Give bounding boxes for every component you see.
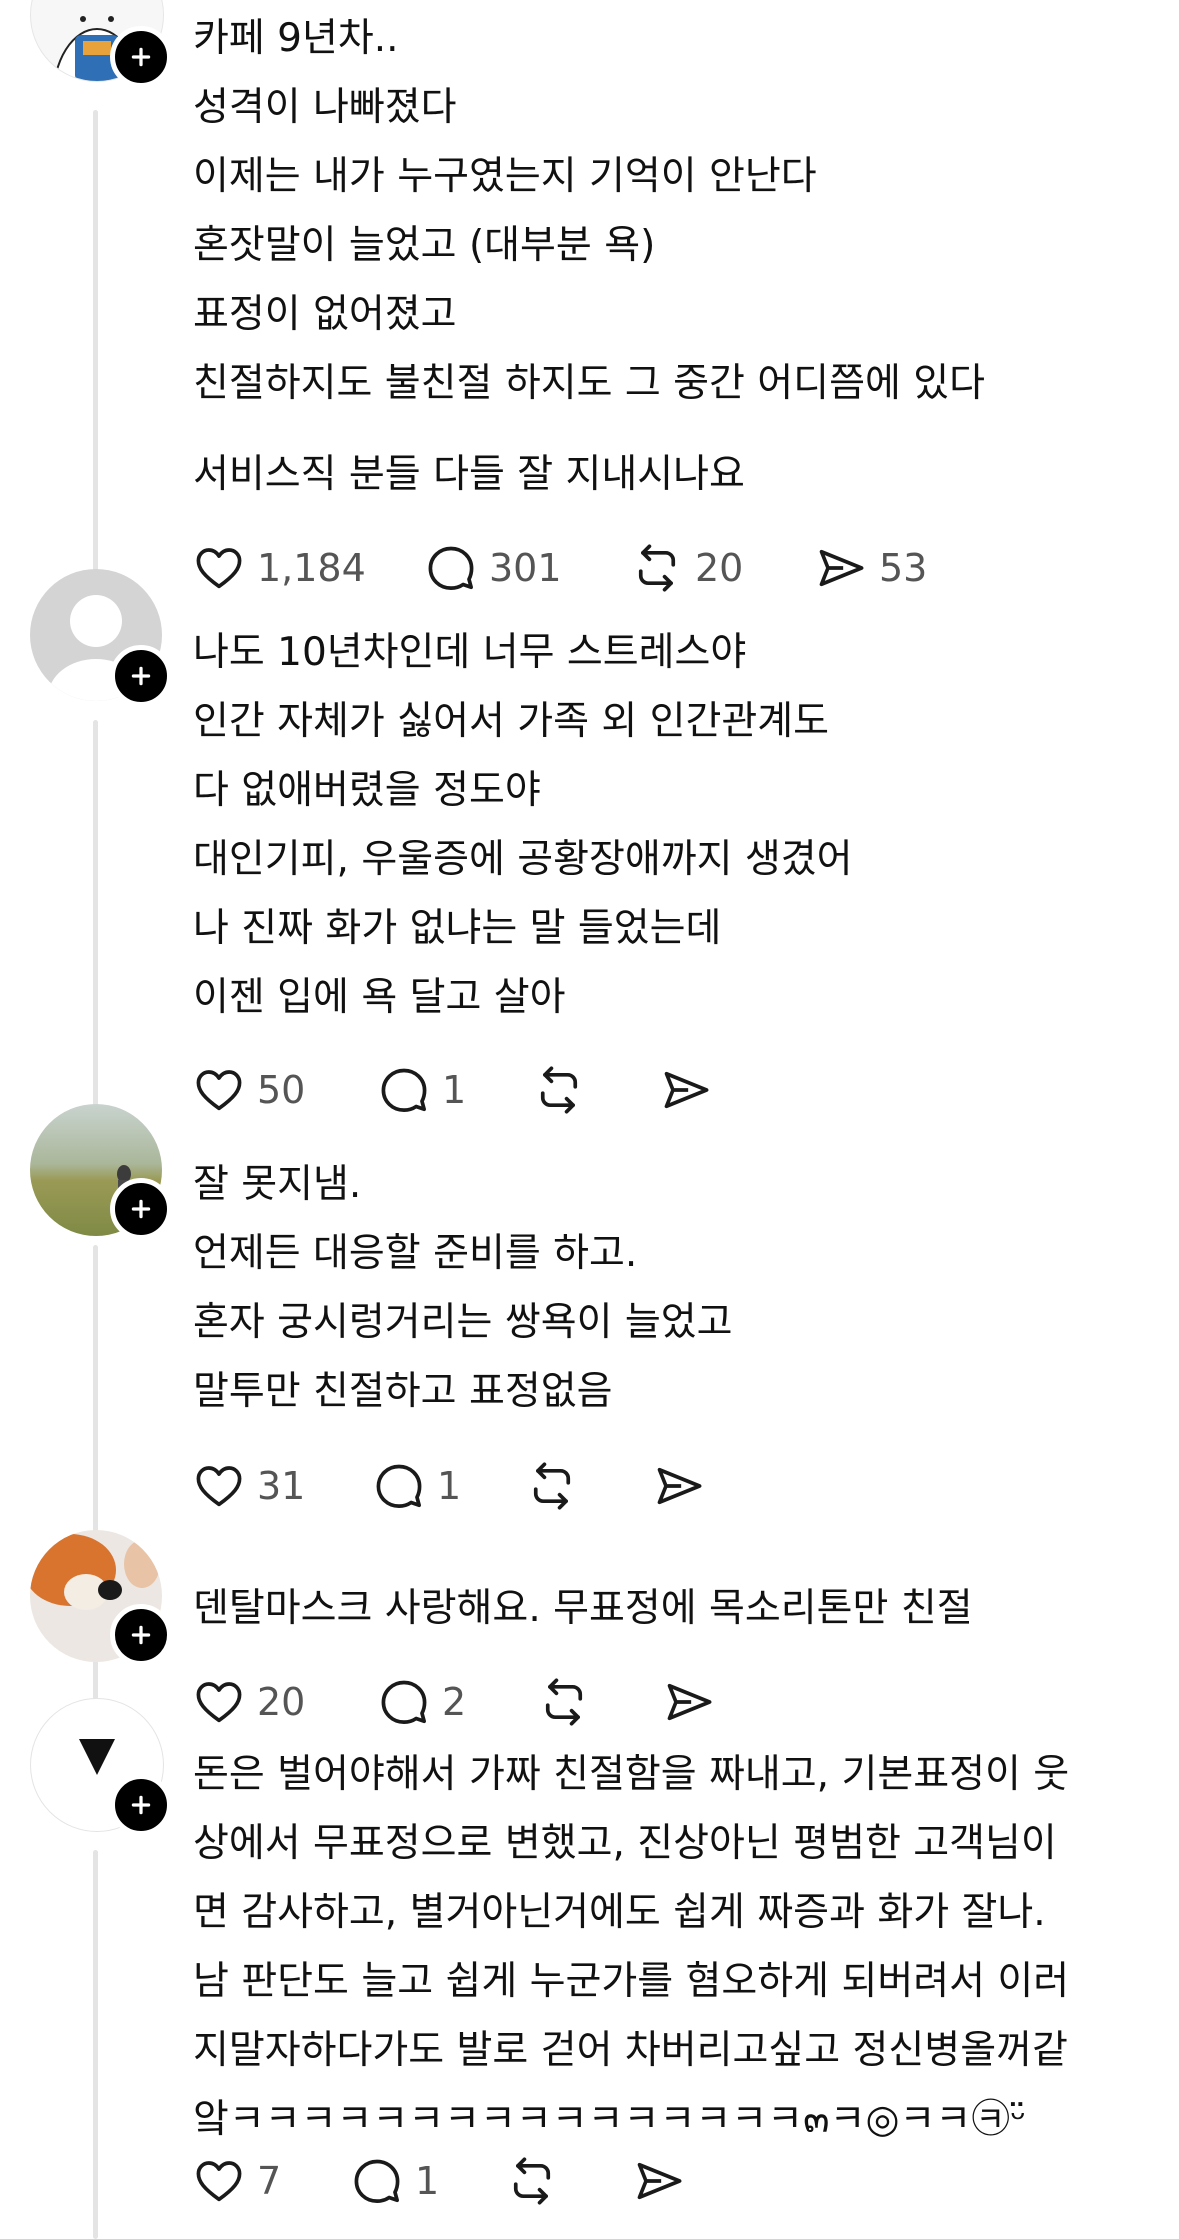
comment-icon [373,1460,425,1512]
post-line: 말투만 친절하고 표정없음 [193,1369,613,1414]
post-body: 카페 9년차.. 성격이 나빠졌다 이제는 내가 누구였는지 기억이 안난다 혼… [193,4,1139,509]
avatar[interactable] [30,569,172,707]
repost-icon [631,542,683,594]
post-line: 잘 못지냄. [193,1162,362,1207]
post-line: 덴탈마스크 사랑해요. 무표정에 목소리톤만 친절 [193,1586,973,1631]
post-body: 돈은 벌어야해서 가짜 친절함을 짜내고, 기본표정이 웃 상에서 무표정으로 … [193,1740,1139,2154]
comment-button[interactable]: 1 [373,1456,461,1516]
share-icon [633,2155,685,2207]
post-line: 나도 10년차인데 너무 스트레스야 [193,630,747,675]
post-line: 나 진짜 화가 없냐는 말 들었는데 [193,906,722,951]
post-line: 이제는 내가 누구였는지 기억이 안난다 [193,154,817,199]
comment-count: 301 [489,546,562,590]
like-button[interactable]: 50 [193,1060,305,1120]
post-line: 성격이 나빠졌다 [193,85,457,130]
post-line: 앜ㅋㅋㅋㅋㅋㅋㅋㅋㅋㅋㅋㅋㅋㅋㅋㅋ๓ㅋ◎ㅋㅋ㉪ᵕ̈ [193,2097,1027,2142]
follow-plus-icon[interactable] [110,1774,172,1836]
heart-icon [193,542,245,594]
comment-icon [351,2155,403,2207]
share-button[interactable] [653,1456,705,1516]
share-icon [660,1064,712,1116]
like-count: 7 [257,2159,282,2203]
comment-count: 2 [442,1680,467,1724]
share-button[interactable]: 53 [815,538,927,598]
post-line: 면 감사하고, 별거아닌거에도 쉽게 짜증과 화가 잘나. [193,1890,1046,1935]
like-count: 1,184 [257,546,366,590]
post-line: 돈은 벌어야해서 가짜 친절함을 짜내고, 기본표정이 웃 [193,1752,1070,1797]
share-count: 53 [879,546,928,590]
like-count: 20 [257,1680,306,1724]
post-line: 혼잣말이 늘었고 (대부분 욕) [193,223,656,268]
comment-button[interactable]: 1 [378,1060,466,1120]
repost-count: 20 [695,546,744,590]
like-count: 50 [257,1068,306,1112]
avatar[interactable] [30,1698,172,1836]
follow-plus-icon[interactable] [110,26,172,88]
post-line: 이젠 입에 욕 달고 살아 [193,975,566,1020]
share-icon [815,542,867,594]
heart-icon [193,1460,245,1512]
share-button[interactable] [633,2151,685,2211]
avatar[interactable] [30,1530,172,1666]
follow-plus-icon[interactable] [110,645,172,707]
repost-icon [506,2155,558,2207]
follow-plus-icon[interactable] [110,1178,172,1240]
post-line: 친절하지도 불친절 하지도 그 중간 어디쯤에 있다 [193,361,985,406]
follow-plus-icon[interactable] [110,1604,172,1666]
comment-button[interactable]: 2 [378,1672,466,1732]
post-line: 혼자 궁시렁거리는 쌍욕이 늘었고 [193,1300,733,1345]
repost-button[interactable] [538,1672,590,1732]
thread-line [93,110,98,610]
like-button[interactable]: 7 [193,2151,281,2211]
post-line: 인간 자체가 싫어서 가족 외 인간관계도 [193,699,830,744]
like-button[interactable]: 20 [193,1672,305,1732]
share-icon [663,1676,715,1728]
repost-button[interactable] [533,1060,585,1120]
thread-line [93,1850,98,2239]
post-line: 남 판단도 늘고 쉽게 누군가를 혐오하게 되버려서 이러 [193,1959,1070,2004]
avatar[interactable] [30,1104,172,1240]
post-line: 지말자하다가도 발로 걷어 차버리고싶고 정신병올꺼같 [193,2028,1068,2073]
repost-button[interactable] [526,1456,578,1516]
like-button[interactable]: 31 [193,1456,305,1516]
share-button[interactable] [660,1060,712,1120]
comment-button[interactable]: 301 [425,538,562,598]
post-line: 상에서 무표정으로 변했고, 진상아닌 평범한 고객님이 [193,1821,1057,1866]
post-line: 서비스직 분들 다들 잘 지내시나요 [193,452,745,497]
post-line: 표정이 없어졌고 [193,292,457,337]
repost-icon [538,1676,590,1728]
comment-icon [378,1676,430,1728]
heart-icon [193,1064,245,1116]
thread-line [93,1245,98,1550]
post-body: 잘 못지냄. 언제든 대응할 준비를 하고. 혼자 궁시렁거리는 쌍욕이 늘었고… [193,1150,1139,1426]
post-body: 나도 10년차인데 너무 스트레스야 인간 자체가 싫어서 가족 외 인간관계도… [193,618,1139,1032]
comment-count: 1 [437,1464,462,1508]
repost-icon [533,1064,585,1116]
post-line: 언제든 대응할 준비를 하고. [193,1231,638,1276]
post-line: 카페 9년차.. [193,16,399,61]
post-line: 대인기피, 우울증에 공황장애까지 생겼어 [193,837,853,882]
heart-icon [193,2155,245,2207]
like-count: 31 [257,1464,306,1508]
share-button[interactable] [663,1672,715,1732]
comment-button[interactable]: 1 [351,2151,439,2211]
comment-count: 1 [415,2159,440,2203]
comment-icon [378,1064,430,1116]
comment-icon [425,542,477,594]
post-body: 덴탈마스크 사랑해요. 무표정에 목소리톤만 친절 [193,1574,1139,1643]
share-icon [653,1460,705,1512]
thread-line [93,720,98,1115]
like-button[interactable]: 1,184 [193,538,366,598]
post-line: 다 없애버렸을 정도야 [193,768,541,813]
avatar[interactable] [30,0,172,88]
comment-count: 1 [442,1068,467,1112]
repost-button[interactable]: 20 [631,538,743,598]
repost-icon [526,1460,578,1512]
repost-button[interactable] [506,2151,558,2211]
heart-icon [193,1676,245,1728]
